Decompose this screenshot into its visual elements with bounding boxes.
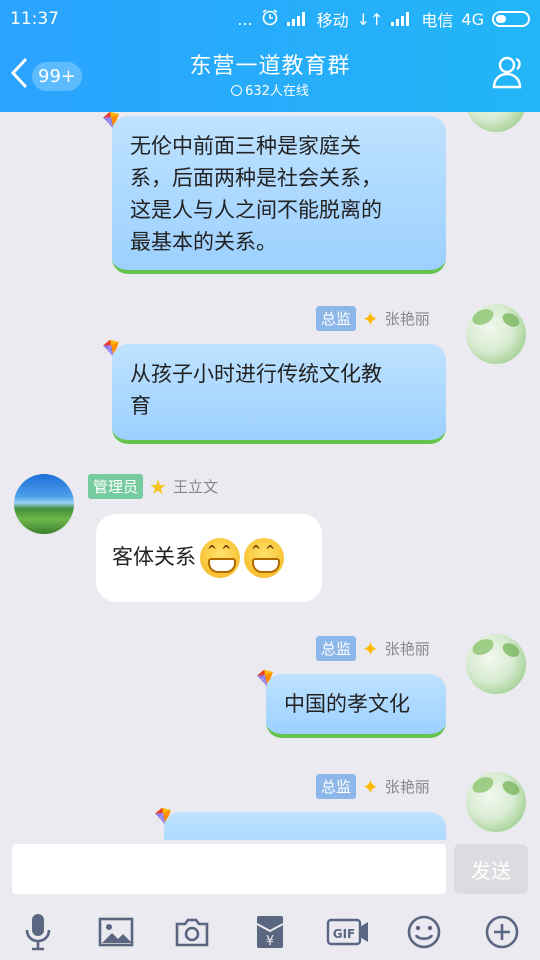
message-list[interactable]: 🪁 无伦中前面三种是家庭关 系，后面两种是社会关系， 这是人与人之间不能脱离的 …: [0, 112, 540, 840]
red-envelope-icon[interactable]: ¥: [248, 910, 292, 954]
toolbar: ¥ GIF: [0, 910, 540, 954]
chat-header: 99+ 东营一道教育群 632人在线: [0, 38, 540, 112]
grin-icon: [200, 538, 240, 578]
emoji-icon[interactable]: [402, 910, 446, 954]
message-bubble[interactable]: 客体关系: [96, 514, 322, 602]
role-badge: 总监: [316, 306, 357, 331]
role-badge: 总监: [316, 636, 357, 661]
sender-name: 王立文: [172, 478, 218, 496]
role-badge: 总监: [316, 774, 357, 799]
message-bubble[interactable]: 中国的孝文化: [266, 674, 446, 738]
signal-icon: [286, 12, 309, 26]
more-dots: ...: [237, 9, 253, 29]
message-input[interactable]: [12, 844, 446, 894]
carrier-2: 电信: [421, 11, 454, 30]
sender-name: 张艳丽: [384, 310, 430, 328]
sender-name: 张艳丽: [384, 778, 430, 796]
sender-info: 总监 ✦ 张艳丽: [316, 636, 430, 661]
avatar[interactable]: [14, 474, 74, 534]
carrier-1: 移动: [316, 11, 349, 30]
sender-info: 总监 ✦ 张艳丽: [316, 306, 430, 331]
group-title: 东营一道教育群: [189, 54, 351, 79]
sender-info: 管理员 ★ 王立文: [88, 474, 218, 499]
avatar[interactable]: [466, 634, 526, 694]
gif-icon[interactable]: GIF: [324, 910, 372, 954]
microphone-icon[interactable]: [16, 910, 60, 954]
data-arrows-icon: ↓↑: [356, 9, 384, 29]
image-icon[interactable]: [94, 910, 138, 954]
star-icon: ★: [149, 474, 167, 499]
send-button[interactable]: 发送: [454, 844, 528, 894]
message-bubble[interactable]: [164, 812, 446, 840]
message-bubble[interactable]: 无伦中前面三种是家庭关 系，后面两种是社会关系， 这是人与人之间不能脱离的 最基…: [112, 116, 446, 274]
input-bar: 发送 ¥ GIF: [0, 840, 540, 960]
sender-name: 张艳丽: [384, 640, 430, 658]
avatar[interactable]: [466, 304, 526, 364]
avatar[interactable]: [466, 772, 526, 832]
battery-icon: [492, 11, 530, 27]
alarm-icon: [261, 8, 279, 30]
status-bar: 11:37 ... 移动 ↓↑ 电信 4G: [0, 0, 540, 38]
star-icon: ✦: [362, 774, 379, 799]
message-bubble[interactable]: 从孩子小时进行传统文化教 育: [112, 344, 446, 444]
svg-text:GIF: GIF: [333, 927, 356, 941]
plus-icon[interactable]: [480, 910, 524, 954]
online-icon: [231, 85, 243, 96]
camera-icon[interactable]: [170, 910, 214, 954]
network-type: 4G: [461, 9, 484, 29]
signal-icon: [391, 12, 413, 26]
svg-text:¥: ¥: [266, 934, 274, 949]
grin-icon: [244, 538, 284, 578]
online-count: 632人在线: [0, 80, 540, 99]
star-icon: ✦: [362, 636, 379, 661]
avatar[interactable]: [466, 112, 526, 132]
star-icon: ✦: [362, 306, 379, 331]
sender-info: 总监 ✦ 张艳丽: [316, 774, 430, 799]
clock: 11:37: [10, 9, 59, 29]
group-members-icon[interactable]: [490, 54, 526, 90]
role-badge: 管理员: [88, 474, 144, 499]
